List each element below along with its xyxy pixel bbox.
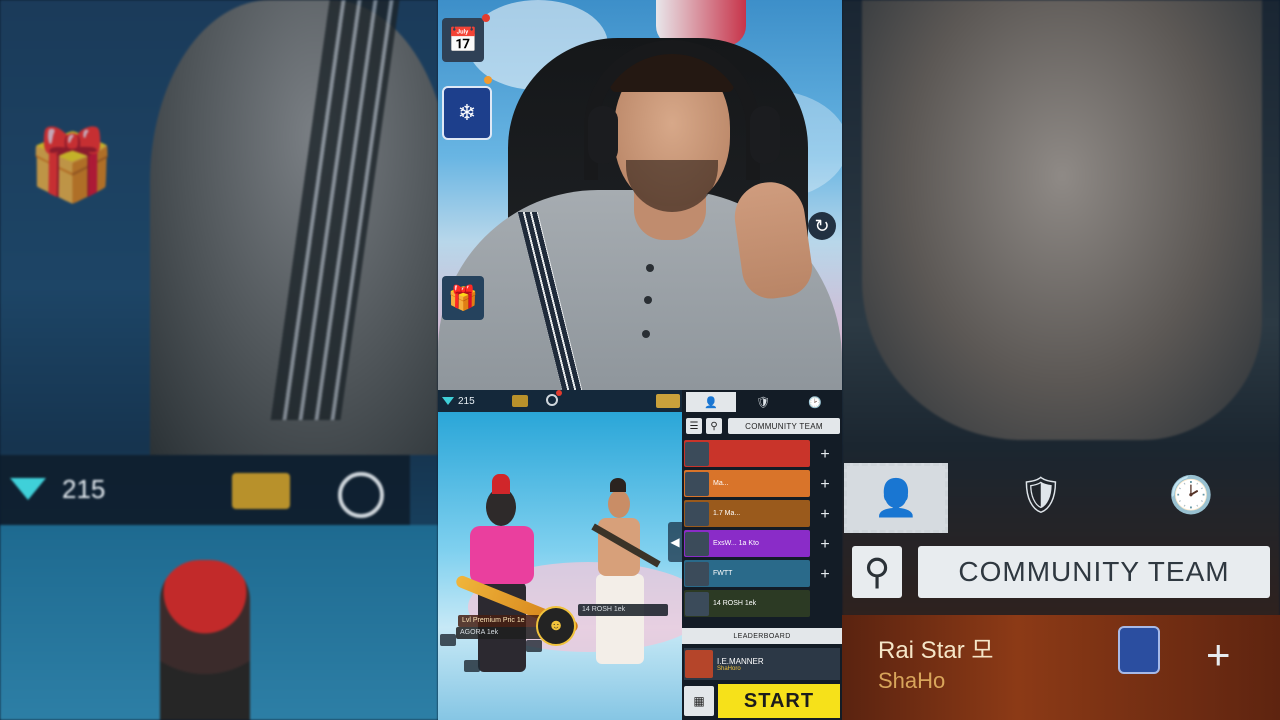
friend-avatar [685,471,709,496]
calendar-icon[interactable]: 📅 [442,18,484,62]
emote-button[interactable]: ☻ [536,606,576,646]
friend-row[interactable]: 14 ROSH 1ek [684,590,810,617]
add-friend-icon[interactable]: + [818,567,832,583]
notification-dot [482,14,490,22]
expand-arrow-icon[interactable]: ◀ [668,522,682,562]
right-blurred-background [842,0,1280,720]
friend-row[interactable]: FWTT [684,560,810,587]
game-lobby: 215 ◀ Lvl Premium Pric 1e AGORA 1ek 14 R… [438,390,842,720]
history-tab-icon[interactable]: 🕑 [790,392,840,412]
filter-icon[interactable]: ☰ [686,418,702,434]
blurred-community-label: COMMUNITY TEAM [918,546,1270,598]
friend-name: FWTT [713,570,733,577]
friends-tab-icon[interactable]: 👤 [686,392,736,412]
center-video: 📅 ❄ 🎁 ↻ 215 ◀ Lvl Premium Pric 1e AGORA … [438,0,842,720]
character-pink-jacket [470,526,534,584]
character-red-mohawk [492,474,510,494]
diamond-count: 215 [458,395,475,407]
character-scene: ◀ Lvl Premium Pric 1e AGORA 1ek 14 ROSH … [438,412,682,720]
blurred-friend-name: Rai Star 모 [878,637,994,664]
self-name: I.E.MANNER [717,656,764,666]
shirt-button [642,330,650,338]
shirt-button [646,264,654,272]
friend-avatar [685,531,709,556]
refresh-icon[interactable]: ↻ [808,212,836,240]
event-logo-icon[interactable] [656,394,680,408]
friend-avatar [685,441,709,466]
rank-badge-icon [1118,626,1160,674]
character-legs [596,574,644,664]
screen: 🎁 215 👤 🛡 🕑 ⚲ COMMUNITY TEAM Rai Star 모 … [0,0,1280,720]
history-tab-icon: 🕑 [1168,474,1214,515]
webcam-feed: 📅 ❄ 🎁 ↻ [438,0,842,390]
leaderboard-button[interactable]: LEADERBOARD [682,628,842,644]
diamond-icon [10,478,46,500]
friend-avatar [685,501,709,526]
search-icon[interactable]: ⚲ [706,418,722,434]
add-friend-icon[interactable]: + [818,507,832,523]
profile-tab-icon: 👤 [844,463,948,533]
self-subtitle: ShaHoro [717,665,741,672]
friend-name: 1.7 Ma... [713,510,741,517]
diamond-count: 215 [62,474,106,504]
friend-avatar [685,591,709,616]
game-mode-icon[interactable]: ▦ [684,686,714,716]
teammate-character[interactable] [588,476,648,676]
stat-chip [464,660,480,672]
character-hair [610,478,626,492]
friend-name: Ma... [713,480,729,487]
headset-earcup [750,106,780,164]
gift-icon: 🎁 [28,126,116,204]
diamond-icon [442,397,454,405]
search-icon: ⚲ [852,546,902,598]
friend-row[interactable]: ExsW... 1a Kto [684,530,810,557]
shirt-button [644,296,652,304]
lobby-top-bar: 215 [438,390,682,412]
community-team-button[interactable]: COMMUNITY TEAM [728,418,840,434]
character-head [608,490,630,518]
teammate-name-tag: 14 ROSH 1ek [578,604,668,616]
friend-name: 14 ROSH 1ek [713,600,757,607]
blurred-tabs: 👤 🛡 🕑 [842,463,1280,533]
friend-row[interactable] [684,440,810,467]
blurred-friend-sub: ShaHo [878,668,946,693]
ring-icon[interactable] [546,394,558,406]
headset-earcup [588,106,618,164]
notification-dot [556,390,562,396]
gift-icon[interactable]: 🎁 [442,276,484,320]
friend-row[interactable]: Ma... [684,470,810,497]
blurred-hand [862,0,1262,440]
panel-tabs: 👤 🛡 🕑 [682,392,842,414]
add-friend-icon[interactable]: + [818,477,832,493]
gold-icon [232,473,290,509]
add-friend-icon[interactable]: + [818,447,832,463]
guild-tab-icon[interactable]: 🛡 [738,392,788,412]
friend-avatar [685,561,709,586]
blurred-character [160,560,250,720]
add-friend-icon[interactable]: + [818,537,832,553]
social-panel: 👤 🛡 🕑 ☰ ⚲ COMMUNITY TEAM + Ma... + 1.7 M… [682,390,842,720]
gold-icon[interactable] [512,395,528,407]
left-blurred-background: 🎁 215 [0,0,438,720]
event-badge-icon[interactable]: ❄ [442,86,492,140]
guild-tab-icon: 🛡 [1018,474,1064,515]
friend-name: ExsW... 1a Kto [713,540,759,547]
stat-chip [440,634,456,646]
notification-dot [484,76,492,84]
stat-chip [526,640,542,652]
friend-row[interactable]: 1.7 Ma... [684,500,810,527]
start-button[interactable]: START [718,684,840,718]
self-player-card[interactable]: I.E.MANNER ShaHoro [684,648,840,680]
add-friend-icon: + [1206,631,1231,678]
self-avatar [685,650,713,678]
ring-icon [338,472,384,518]
